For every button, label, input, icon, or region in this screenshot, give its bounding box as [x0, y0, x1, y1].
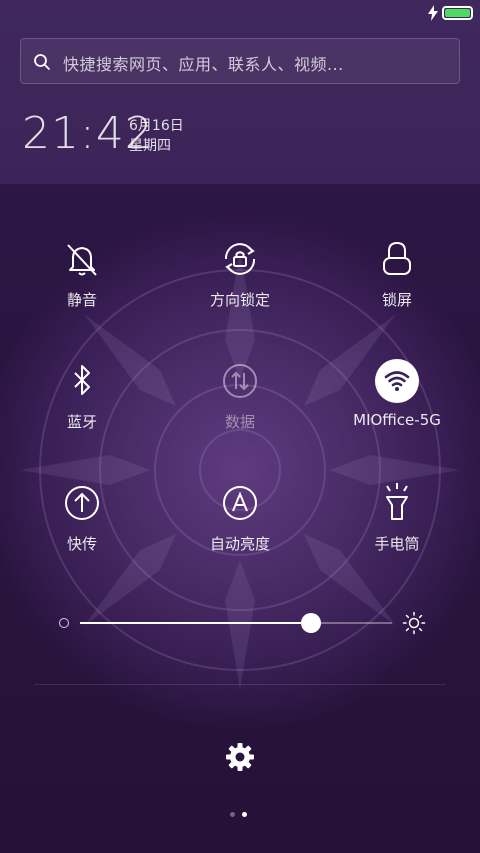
search-icon: [34, 54, 50, 70]
wifi-icon: [384, 371, 410, 391]
brightness-high-icon: [402, 611, 426, 635]
toggle-bluetooth[interactable]: 蓝牙: [12, 359, 152, 459]
brightness-slider[interactable]: [56, 608, 426, 638]
search-bar[interactable]: 快捷搜索网页、应用、联系人、视频...: [20, 38, 460, 84]
toggle-label: 静音: [66, 291, 97, 309]
toggle-auto-brightness[interactable]: 自动亮度: [170, 481, 310, 581]
brightness-track[interactable]: [80, 613, 392, 633]
mobile-data-icon: [223, 364, 257, 398]
brightness-low-icon: [59, 618, 69, 628]
toggle-flashlight[interactable]: 手电筒: [327, 481, 467, 581]
toggle-label: 数据: [224, 413, 255, 431]
quick-transfer-icon: [65, 486, 99, 520]
brightness-track-fill: [80, 622, 311, 624]
settings-gear-icon[interactable]: [224, 741, 256, 773]
bluetooth-icon: [74, 365, 90, 395]
toggle-label: 蓝牙: [66, 413, 97, 431]
battery-level-fill: [445, 9, 470, 17]
rotation-lock-icon: [224, 243, 256, 275]
divider: [34, 684, 446, 685]
auto-brightness-icon: [223, 486, 257, 520]
flashlight-icon: [386, 483, 408, 520]
toggle-label: 手电筒: [374, 535, 420, 553]
toggle-wifi[interactable]: MIOffice-5G: [327, 359, 467, 459]
clock-date[interactable]: 6月16日 星期四: [129, 116, 184, 156]
page-indicator: [228, 811, 252, 819]
toggle-lock-screen[interactable]: 锁屏: [327, 237, 467, 337]
bell-off-icon: [67, 244, 97, 276]
toggle-label: 方向锁定: [209, 291, 270, 309]
search-placeholder[interactable]: 快捷搜索网页、应用、联系人、视频...: [63, 51, 344, 75]
toggle-label: 快传: [66, 535, 97, 553]
toggle-label: MIOffice-5G: [353, 411, 441, 429]
page-dot: [230, 812, 235, 817]
date-label: 6月16日: [129, 118, 184, 134]
toggle-label: 自动亮度: [209, 535, 270, 553]
status-bar: [0, 0, 480, 28]
toggle-mobile-data[interactable]: 数据: [170, 359, 310, 459]
toggle-rotation-lock[interactable]: 方向锁定: [170, 237, 310, 337]
toggle-label: 锁屏: [381, 291, 412, 309]
toggle-silent[interactable]: 静音: [12, 237, 152, 337]
toggle-quick-transfer[interactable]: 快传: [12, 481, 152, 581]
weekday-label: 星期四: [129, 138, 171, 154]
charging-icon: [428, 5, 438, 21]
lock-icon: [383, 241, 411, 275]
brightness-thumb[interactable]: [300, 613, 321, 633]
battery-icon: [442, 6, 473, 20]
page-dot: [242, 812, 247, 817]
